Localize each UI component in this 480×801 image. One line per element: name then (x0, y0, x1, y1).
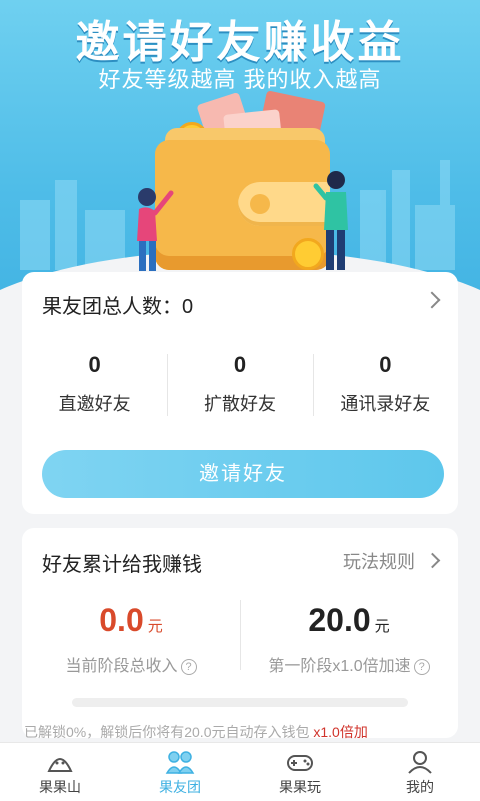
tab-guoyoutuan[interactable]: 果友团 (120, 743, 240, 801)
team-total-row[interactable]: 果友团总人数：0 (42, 290, 441, 320)
unlock-progress-bar (72, 698, 408, 707)
currency-unit: 元 (374, 618, 390, 635)
man-figure-illustration (313, 171, 348, 270)
hero-title: 邀请好友赚收益 (75, 18, 405, 67)
stage-amount: 20.0 (308, 602, 371, 638)
unlock-text: 已解锁0%，解锁后你将有20.0元自动存入钱包 (24, 724, 310, 740)
help-icon[interactable]: ? (180, 659, 197, 675)
stage-speed: 20.0 元 第一阶段x1.0倍加速? (240, 600, 458, 676)
tab-label: 果友团 (159, 779, 201, 795)
woman-figure-illustration (137, 188, 174, 271)
stat-label: 扩散好友 (203, 394, 276, 414)
rules-link-label: 玩法规则 (343, 552, 415, 572)
team-total-count: 0 (182, 296, 194, 318)
current-income-label: 当前阶段总收入? (22, 652, 240, 676)
current-income-label-text: 当前阶段总收入 (65, 658, 178, 675)
stat-spread-friends[interactable]: 0 扩散好友 (167, 350, 312, 422)
stat-label: 通讯录好友 (340, 394, 431, 414)
stage-speed-label-text: 第一阶段x1.0倍加速 (268, 658, 411, 675)
current-income-amount: 0.0 (99, 602, 144, 638)
stat-contacts-friends[interactable]: 0 通讯录好友 (312, 350, 458, 422)
tab-label: 果果山 (39, 779, 81, 795)
unlock-info: 已解锁0%，解锁后你将有20.0元自动存入钱包 x1.0倍加 (24, 722, 464, 742)
stage-amount-value: 20.0 元 (240, 600, 458, 640)
tab-guoguowan[interactable]: 果果玩 (240, 743, 360, 801)
stat-value: 0 (88, 352, 101, 377)
chevron-right-icon (423, 291, 441, 309)
gamepad-icon (287, 755, 313, 771)
current-income-value: 0.0 元 (22, 600, 240, 640)
hero-subtitle: 好友等级越高 我的收入越高 (98, 67, 382, 92)
team-summary-card: 果友团总人数：0 0 直邀好友 0 扩散好友 0 通讯录好友 邀请好友 (22, 272, 458, 514)
tab-label: 果果玩 (279, 779, 321, 795)
earnings-title: 好友累计给我赚钱 (42, 554, 202, 576)
current-income: 0.0 元 当前阶段总收入? (22, 600, 240, 676)
stage-speed-label: 第一阶段x1.0倍加速? (240, 652, 458, 676)
rules-link[interactable]: 玩法规则 (343, 548, 441, 574)
chevron-right-icon (424, 552, 441, 569)
team-total-label: 果友团总人数： (42, 296, 182, 318)
tab-label: 我的 (406, 779, 434, 795)
invite-friends-button[interactable]: 邀请好友 (42, 450, 444, 498)
help-icon[interactable]: ? (413, 659, 430, 675)
tab-mine[interactable]: 我的 (360, 743, 480, 801)
currency-unit: 元 (147, 618, 163, 635)
team-icon (165, 751, 195, 774)
earnings-card: 好友累计给我赚钱 玩法规则 0.0 元 当前阶段总收入? 20.0 元 第一阶段x1… (22, 528, 458, 738)
profile-icon (408, 751, 432, 774)
stat-direct-friends[interactable]: 0 直邀好友 (22, 350, 167, 422)
stat-label: 直邀好友 (58, 394, 131, 414)
earnings-stats: 0.0 元 当前阶段总收入? 20.0 元 第一阶段x1.0倍加速? (22, 600, 458, 676)
stat-value: 0 (379, 352, 392, 377)
bottom-tab-bar: 果果山 果友团 果果玩 我的 (0, 742, 480, 801)
unlock-highlight: x1.0倍加 (313, 724, 368, 740)
mountain-icon (47, 758, 73, 772)
tab-guoguoshan[interactable]: 果果山 (0, 743, 120, 801)
team-stats: 0 直邀好友 0 扩散好友 0 通讯录好友 (22, 350, 458, 422)
stat-value: 0 (233, 352, 247, 377)
